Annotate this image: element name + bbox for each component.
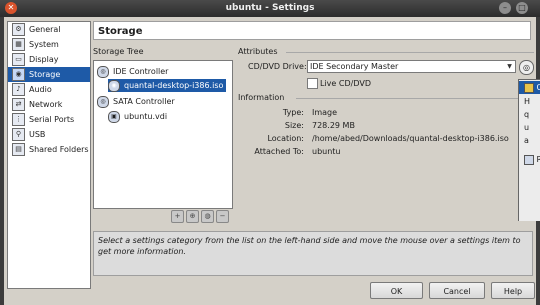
location-value: /home/abed/Downloads/quantal-desktop-i38… bbox=[312, 134, 509, 143]
category-label: Network bbox=[29, 100, 63, 109]
popup-item-label: q bbox=[524, 110, 530, 119]
category-label: USB bbox=[29, 130, 46, 139]
category-audio[interactable]: ♪ Audio bbox=[8, 82, 90, 97]
hard-disk-icon: ▣ bbox=[108, 110, 120, 123]
category-label: System bbox=[29, 40, 59, 49]
folder-icon: ▤ bbox=[12, 143, 25, 156]
category-storage[interactable]: ◉ Storage bbox=[8, 67, 90, 82]
attributes-label: Attributes bbox=[238, 47, 278, 56]
category-general[interactable]: ⚙ General bbox=[8, 22, 90, 37]
category-label: Serial Ports bbox=[29, 115, 75, 124]
page-title: Storage bbox=[93, 21, 531, 40]
attributes-separator bbox=[286, 52, 534, 53]
category-network[interactable]: ⇄ Network bbox=[8, 97, 90, 112]
popup-item[interactable]: H bbox=[519, 95, 540, 108]
add-attachment-icon[interactable]: ⊕ bbox=[186, 210, 199, 223]
node-label: quantal-desktop-i386.iso bbox=[124, 81, 224, 90]
category-usb[interactable]: ⚲ USB bbox=[8, 127, 90, 142]
category-display[interactable]: ▭ Display bbox=[8, 52, 90, 67]
remove-disk-icon bbox=[524, 154, 534, 165]
help-button[interactable]: Help bbox=[491, 282, 535, 299]
add-controller-icon[interactable]: + bbox=[171, 210, 184, 223]
type-key: Type: bbox=[282, 108, 304, 117]
disk-icon bbox=[524, 82, 534, 93]
serial-port-icon: ⋮ bbox=[12, 113, 25, 126]
popup-item-label: H bbox=[524, 97, 531, 106]
information-label: Information bbox=[238, 93, 285, 102]
node-label: SATA Controller bbox=[113, 97, 175, 106]
chevron-down-icon: ▼ bbox=[507, 63, 512, 70]
controller-icon: ◎ bbox=[97, 95, 109, 108]
category-label: Storage bbox=[29, 70, 61, 79]
remove-attachment-icon[interactable]: − bbox=[216, 210, 229, 223]
popup-item-label: u bbox=[524, 123, 530, 132]
attached-to-key: Attached To: bbox=[254, 147, 304, 156]
network-icon: ⇄ bbox=[12, 98, 25, 111]
cancel-button[interactable]: Cancel bbox=[429, 282, 485, 299]
settings-client-area: ⚙ General ▦ System ▭ Display ◉ Storage ♪ Audi… bbox=[4, 17, 536, 305]
node-label: IDE Controller bbox=[113, 67, 169, 76]
size-value: 728.29 MB bbox=[312, 121, 355, 130]
choose-disk-button[interactable]: ◎ bbox=[519, 60, 534, 75]
display-icon: ▭ bbox=[12, 53, 25, 66]
category-system[interactable]: ▦ System bbox=[8, 37, 90, 52]
general-icon: ⚙ bbox=[12, 23, 25, 36]
tree-item-sata-controller[interactable]: ◎ SATA Controller bbox=[97, 95, 175, 108]
type-value: Image bbox=[312, 108, 338, 117]
drive-label: CD/DVD Drive: bbox=[248, 62, 307, 71]
location-key: Location: bbox=[267, 134, 304, 143]
description-box: Select a settings category from the list… bbox=[93, 231, 533, 276]
node-label: ubuntu.vdi bbox=[124, 112, 168, 121]
audio-icon: ♪ bbox=[12, 83, 25, 96]
popup-item[interactable]: u bbox=[519, 121, 540, 134]
category-shared-folders[interactable]: ▤ Shared Folders bbox=[8, 142, 90, 157]
size-key: Size: bbox=[284, 121, 304, 130]
drive-select-value: IDE Secondary Master bbox=[310, 62, 399, 71]
category-label: Shared Folders bbox=[29, 145, 89, 154]
category-serial-ports[interactable]: ⋮ Serial Ports bbox=[8, 112, 90, 127]
tree-item-vdi[interactable]: ▣ ubuntu.vdi bbox=[108, 110, 167, 123]
storage-icon: ◉ bbox=[12, 68, 25, 81]
controller-icon: ◎ bbox=[97, 65, 109, 78]
storage-tree-label: Storage Tree bbox=[93, 47, 144, 56]
category-list[interactable]: ⚙ General ▦ System ▭ Display ◉ Storage ♪ Audi… bbox=[7, 21, 91, 289]
live-cd-label: Live CD/DVD bbox=[320, 79, 371, 88]
category-label: General bbox=[29, 25, 61, 34]
live-cd-checkbox[interactable] bbox=[307, 78, 318, 89]
ok-button[interactable]: OK bbox=[370, 282, 423, 299]
popup-item-label: a bbox=[524, 136, 529, 145]
window-title: ubuntu - Settings bbox=[225, 3, 315, 13]
optical-disc-icon: ◉ bbox=[108, 79, 120, 92]
add-disk-icon[interactable]: ◍ bbox=[201, 210, 214, 223]
popup-item-label: C bbox=[536, 83, 540, 92]
popup-item-remove[interactable]: R bbox=[519, 153, 540, 166]
popup-item-choose[interactable]: C bbox=[519, 81, 540, 94]
information-separator bbox=[296, 98, 520, 99]
usb-icon: ⚲ bbox=[12, 128, 25, 141]
popup-item[interactable]: a bbox=[519, 134, 540, 147]
maximize-icon[interactable]: □ bbox=[516, 2, 528, 14]
drive-select[interactable]: IDE Secondary Master ▼ bbox=[307, 60, 516, 73]
system-icon: ▦ bbox=[12, 38, 25, 51]
minimize-icon[interactable]: – bbox=[499, 2, 511, 14]
attached-to-value: ubuntu bbox=[312, 147, 341, 156]
tree-item-ide-controller[interactable]: ◎ IDE Controller bbox=[97, 65, 168, 78]
tree-item-iso[interactable]: ◉ quantal-desktop-i386.iso bbox=[108, 79, 227, 92]
popup-item[interactable]: q bbox=[519, 108, 540, 121]
category-label: Display bbox=[29, 55, 59, 64]
disk-popup-menu: C H q u a R bbox=[518, 79, 540, 221]
category-label: Audio bbox=[29, 85, 52, 94]
title-bar: ✕ ubuntu - Settings – □ bbox=[0, 0, 540, 17]
popup-item-label: R bbox=[536, 155, 540, 164]
